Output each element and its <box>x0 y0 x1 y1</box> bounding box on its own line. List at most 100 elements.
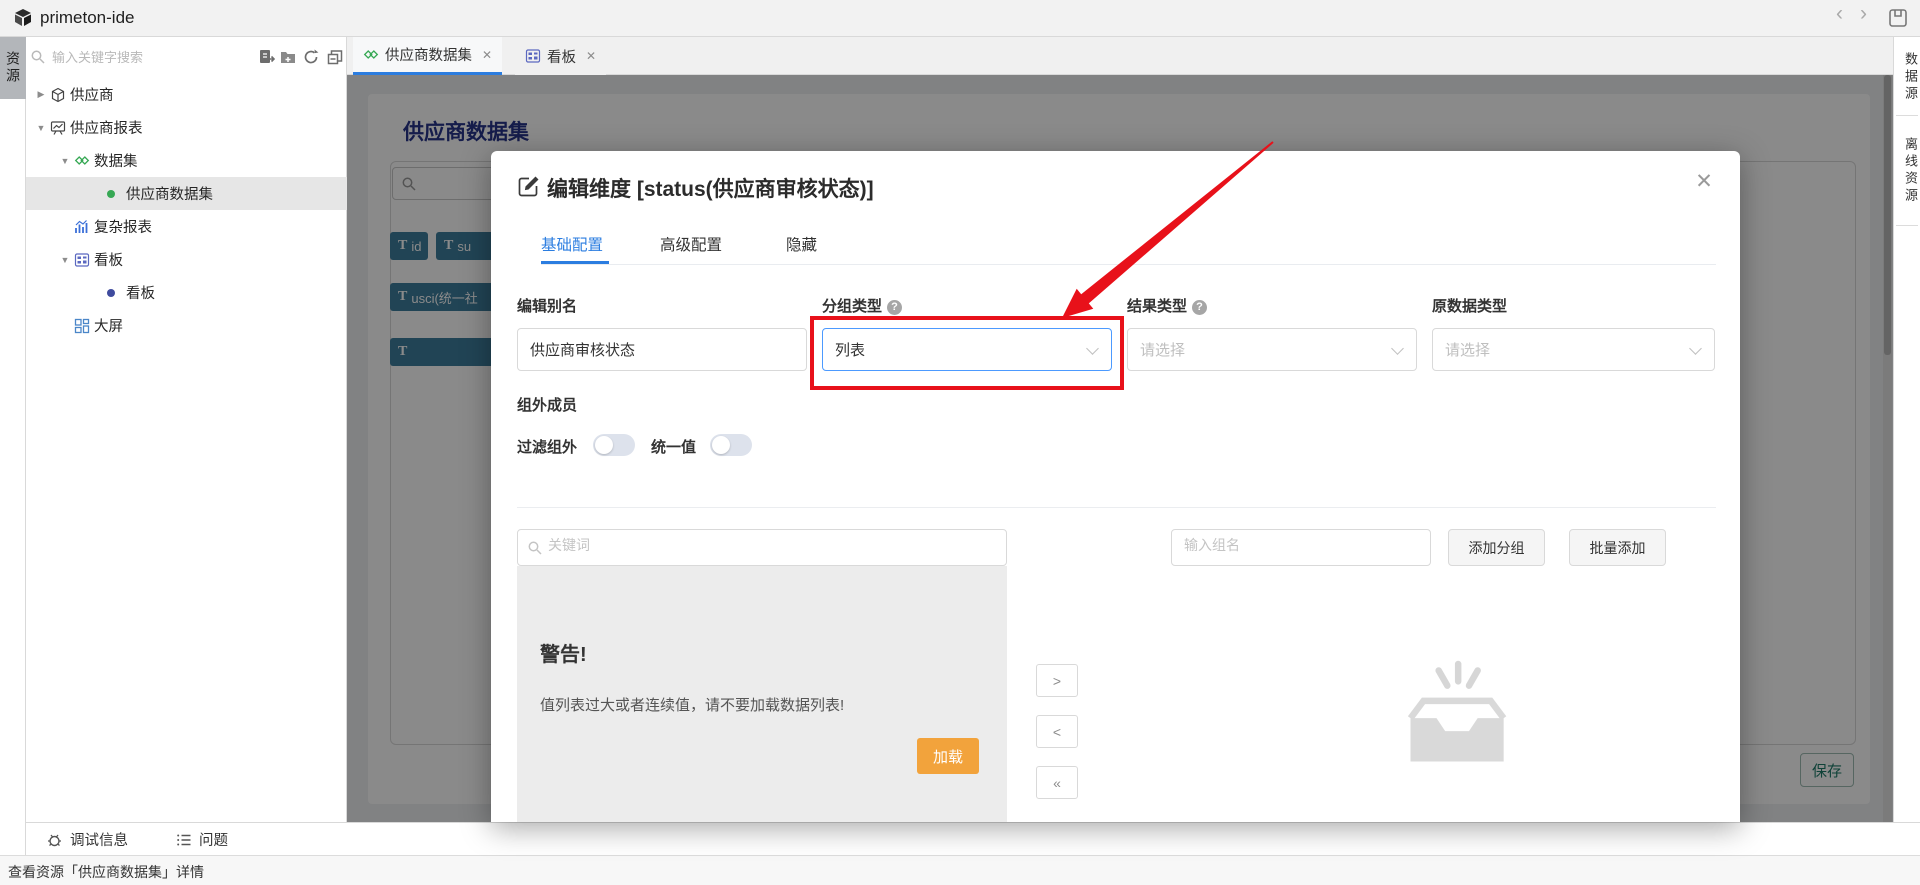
chevron-down-icon <box>1391 342 1404 355</box>
editor-tab-bar: 供应商数据集 ✕ 看板 ✕ <box>347 37 1893 75</box>
result-type-label: 结果类型? <box>1127 295 1207 316</box>
status-text: 查看资源「供应商数据集」详情 <box>8 862 204 882</box>
unified-value-label: 统一值 <box>651 436 696 457</box>
edit-dimension-dialog: 编辑维度 [status(供应商审核状态)] ✕ 基础配置 高级配置 隐藏 编辑… <box>491 151 1740 822</box>
chevron-down-icon <box>1689 342 1702 355</box>
add-group-button[interactable]: 添加分组 <box>1448 529 1545 566</box>
keyword-search-input[interactable] <box>548 537 988 553</box>
app-window: primeton-ide ‹ › 资源 <box>0 0 1920 885</box>
tree-item-complex-report[interactable]: 复杂报表 <box>26 210 347 243</box>
tree-item-supplier[interactable]: ▶ 供应商 <box>26 78 347 111</box>
chart-icon <box>72 219 92 235</box>
tab-hidden[interactable]: 隐藏 <box>786 233 817 255</box>
batch-add-button[interactable]: 批量添加 <box>1569 529 1666 566</box>
warning-text: 值列表过大或者连续值，请不要加载数据列表! <box>540 694 844 715</box>
help-icon[interactable]: ? <box>1192 300 1207 315</box>
close-tab-icon[interactable]: ✕ <box>482 48 492 62</box>
save-layout-icon[interactable] <box>1888 8 1908 28</box>
tab-label[interactable]: 看板 <box>547 46 576 67</box>
group-members-title: 组外成员 <box>517 394 577 415</box>
rail-tab-resources[interactable]: 资源 <box>0 37 26 99</box>
tab-dashboard[interactable]: 看板 ✕ <box>515 37 606 75</box>
left-rail: 资源 <box>0 37 26 855</box>
empty-inbox-icon <box>1391 651 1521 781</box>
close-dialog-icon[interactable]: ✕ <box>1689 169 1719 194</box>
tree-item-supplier-dataset[interactable]: 供应商数据集 <box>26 177 347 210</box>
tree-item-dataset-folder[interactable]: ▼ 数据集 <box>26 144 347 177</box>
unified-value-toggle[interactable] <box>710 434 752 456</box>
dialog-title: 编辑维度 [status(供应商审核状态)] <box>547 173 874 203</box>
debug-icon <box>46 831 63 848</box>
filter-outside-label: 过滤组外 <box>517 436 577 457</box>
value-list-panel: 警告! 值列表过大或者连续值，请不要加载数据列表! 加载 <box>517 566 1007 822</box>
highlight-rectangle <box>810 316 1124 390</box>
bottom-panel-bar: 调试信息 问题 <box>26 822 1920 855</box>
result-type-select[interactable]: 请选择 <box>1127 328 1417 371</box>
collapse-panel-icon[interactable] <box>326 48 344 66</box>
green-dot-icon <box>104 190 124 198</box>
tree-item-dashboard-folder[interactable]: ▼ 看板 <box>26 243 347 276</box>
cube-icon <box>48 87 68 103</box>
search-icon <box>30 49 46 65</box>
divider <box>1896 225 1918 226</box>
history-forward-icon[interactable]: › <box>1860 2 1867 26</box>
refresh-icon[interactable] <box>302 48 320 66</box>
chevron-expanded-icon[interactable]: ▼ <box>34 123 48 133</box>
edit-icon <box>517 175 540 198</box>
chevron-expanded-icon[interactable]: ▼ <box>58 255 72 265</box>
divider <box>541 264 1716 265</box>
group-name-box[interactable] <box>1171 529 1431 566</box>
raw-type-select[interactable]: 请选择 <box>1432 328 1715 371</box>
app-logo-icon <box>12 7 34 29</box>
tree-item-big-screen[interactable]: 大屏 <box>26 309 347 342</box>
tab-basic-config[interactable]: 基础配置 <box>541 233 603 255</box>
divider <box>517 507 1716 508</box>
move-all-left-button[interactable]: « <box>1036 766 1078 799</box>
alias-label: 编辑别名 <box>517 295 577 316</box>
explorer-search[interactable] <box>30 45 225 69</box>
history-back-icon[interactable]: ‹ <box>1836 2 1843 26</box>
title-bar: primeton-ide ‹ › <box>0 0 1920 37</box>
chevron-expanded-icon[interactable]: ▼ <box>58 156 72 166</box>
alias-input[interactable] <box>517 328 807 371</box>
search-icon <box>527 540 543 556</box>
warning-title: 警告! <box>540 638 587 667</box>
list-icon <box>176 832 192 848</box>
rail-tab-offline-resource[interactable]: 离线资源 <box>1894 123 1920 219</box>
tab-label[interactable]: 供应商数据集 <box>385 44 472 65</box>
tab-supplier-dataset[interactable]: 供应商数据集 ✕ <box>353 37 502 75</box>
raw-type-label: 原数据类型 <box>1432 295 1507 316</box>
keyword-search-box[interactable] <box>517 529 1007 566</box>
dataset-icon <box>363 47 379 63</box>
dataset-icon <box>72 153 92 169</box>
right-rail: 数据源 离线资源 <box>1893 37 1920 855</box>
group-name-input[interactable] <box>1184 537 1419 553</box>
move-left-button[interactable]: < <box>1036 715 1078 748</box>
filter-outside-toggle[interactable] <box>593 434 635 456</box>
close-tab-icon[interactable]: ✕ <box>586 49 596 63</box>
tree-item-supplier-report[interactable]: ▼ 供应商报表 <box>26 111 347 144</box>
import-resource-icon[interactable] <box>257 48 275 66</box>
report-board-icon <box>48 120 68 136</box>
status-bar: 查看资源「供应商数据集」详情 <box>0 855 1920 885</box>
new-folder-icon[interactable] <box>279 48 297 66</box>
app-title: primeton-ide <box>40 8 135 28</box>
divider <box>1896 115 1918 116</box>
dashboard-icon <box>72 252 92 268</box>
resource-explorer: ▶ 供应商 ▼ 供应商报表 ▼ 数据集 供应 <box>26 37 347 822</box>
tab-advanced-config[interactable]: 高级配置 <box>660 233 722 255</box>
chevron-collapsed-icon[interactable]: ▶ <box>34 89 48 100</box>
rail-tab-datasource[interactable]: 数据源 <box>1894 41 1920 113</box>
screen-grid-icon <box>72 318 92 334</box>
indigo-dot-icon <box>104 289 124 297</box>
dashboard-icon <box>525 48 541 64</box>
tree-item-dashboard[interactable]: 看板 <box>26 276 347 309</box>
move-right-button[interactable]: > <box>1036 664 1078 697</box>
help-icon[interactable]: ? <box>887 300 902 315</box>
load-button[interactable]: 加载 <box>917 738 979 774</box>
alias-input-field[interactable] <box>530 341 794 358</box>
explorer-search-input[interactable] <box>52 46 222 68</box>
group-type-label: 分组类型? <box>822 295 902 316</box>
debug-info-item[interactable]: 调试信息 <box>46 823 128 856</box>
problems-item[interactable]: 问题 <box>176 823 228 856</box>
